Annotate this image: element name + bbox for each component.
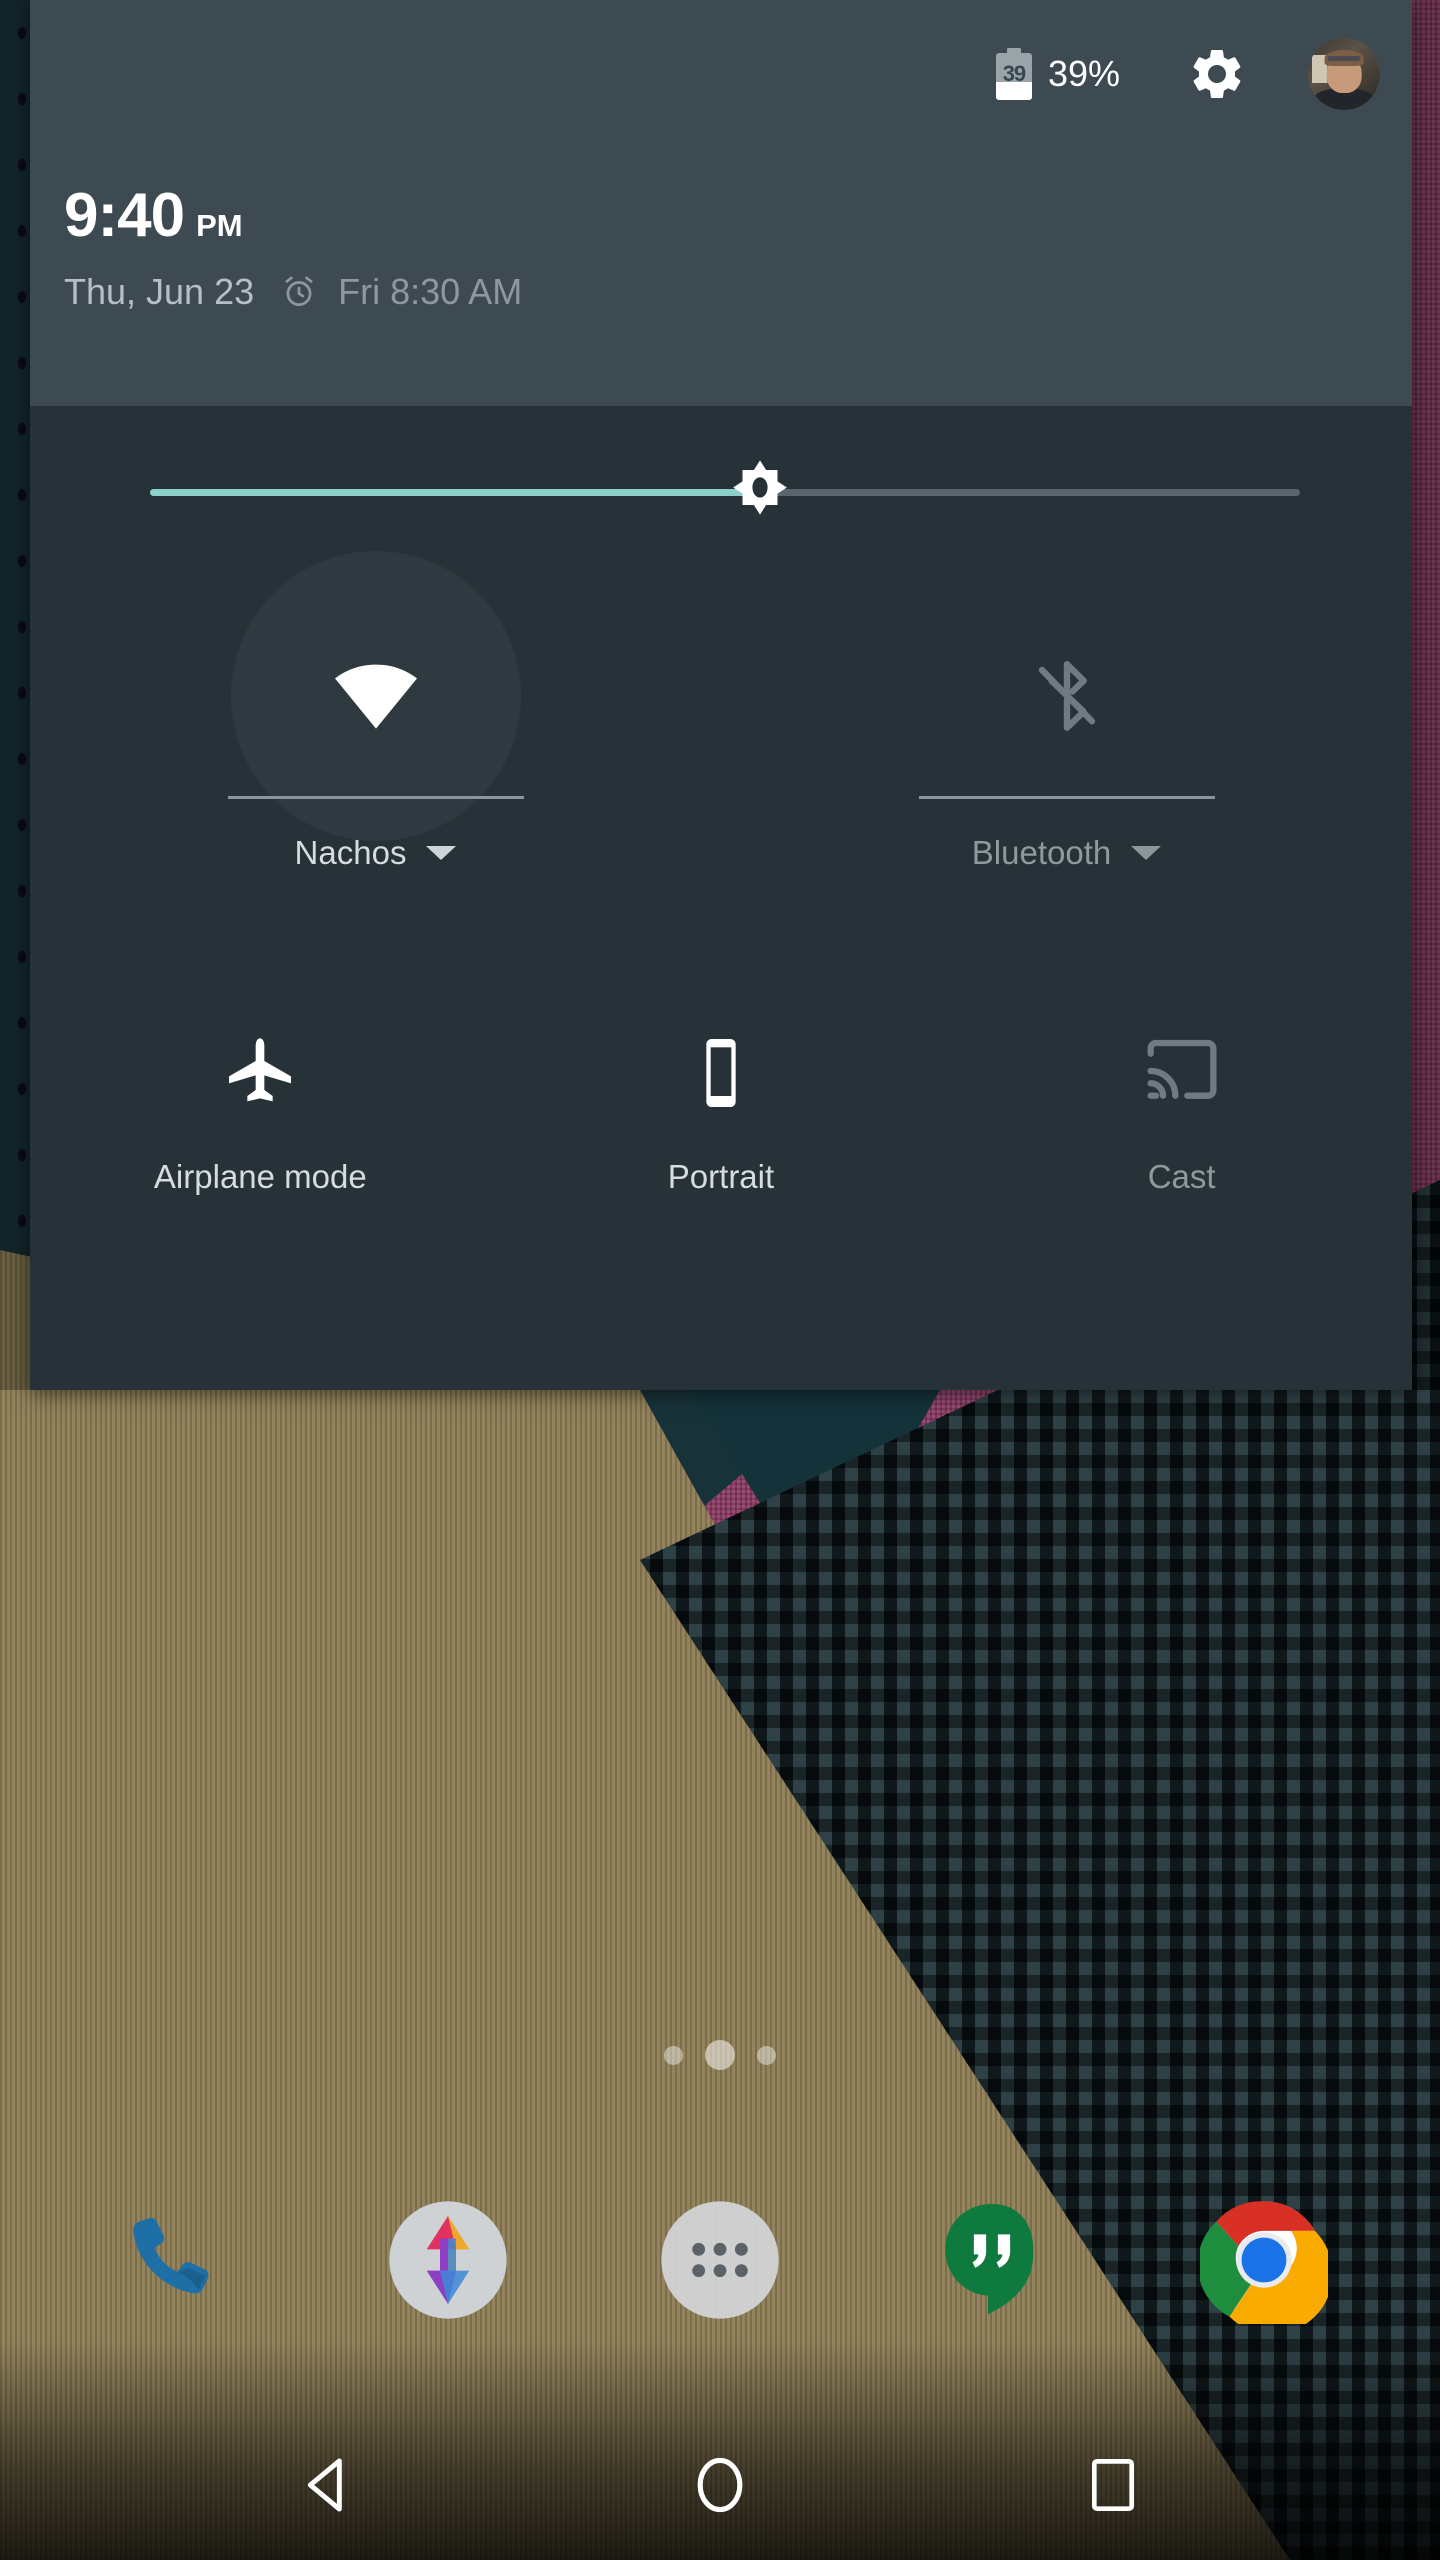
brightness-sun-icon[interactable] bbox=[725, 458, 795, 528]
tile-wifi-label: Nachos bbox=[294, 834, 407, 871]
battery-percent-label: 39% bbox=[1047, 53, 1120, 94]
tile-airplane-mode[interactable]: Airplane mode bbox=[30, 1000, 491, 1280]
avatar-glasses bbox=[1327, 56, 1361, 62]
brightness-slider[interactable] bbox=[150, 458, 1300, 528]
tile-wifi[interactable]: Nachos bbox=[30, 551, 721, 936]
navigation-bar bbox=[0, 2410, 1440, 2560]
tile-wifi-divider bbox=[227, 796, 524, 799]
tile-rotation-label: Portrait bbox=[667, 1158, 775, 1195]
nav-home-button[interactable] bbox=[665, 2430, 775, 2540]
user-avatar[interactable] bbox=[1308, 38, 1380, 110]
chrome-icon bbox=[1197, 2201, 1333, 2335]
home-circle-icon bbox=[697, 2457, 743, 2513]
tiles-row-dual: Nachos Bluetooth bbox=[30, 551, 1412, 936]
tile-bluetooth-label: Bluetooth bbox=[971, 834, 1112, 871]
phone-icon bbox=[133, 2217, 209, 2294]
slider-fill bbox=[150, 489, 760, 496]
clock-ampm: PM bbox=[196, 208, 243, 243]
cast-icon bbox=[1147, 1039, 1217, 1099]
chevron-down-icon[interactable] bbox=[1131, 846, 1162, 860]
brightness-row bbox=[30, 406, 1412, 596]
settings-button[interactable] bbox=[1186, 43, 1248, 105]
tile-bluetooth-icon-area bbox=[721, 596, 1412, 796]
dock-item-hangouts[interactable] bbox=[928, 2196, 1056, 2324]
phone-portrait-icon bbox=[706, 1039, 736, 1107]
dock-item-photos[interactable] bbox=[384, 2196, 512, 2324]
tile-wifi-label-row[interactable]: Nachos bbox=[30, 834, 721, 872]
tile-cast-icon-area bbox=[1142, 1018, 1222, 1128]
clock-line: 9:40 PM bbox=[64, 185, 522, 247]
tile-wifi-icon-area bbox=[30, 551, 721, 841]
back-triangle-icon bbox=[307, 2458, 342, 2512]
chevron-down-icon[interactable] bbox=[426, 846, 457, 860]
status-row: 39 39% bbox=[995, 38, 1380, 110]
recents-square-icon bbox=[1092, 2459, 1135, 2511]
bluetooth-off-icon bbox=[1038, 661, 1095, 731]
tile-bluetooth-divider bbox=[918, 796, 1215, 799]
battery-icon: 39 bbox=[995, 48, 1032, 100]
airplane-icon bbox=[229, 1038, 292, 1102]
alarm-text: Fri 8:30 AM bbox=[338, 271, 523, 312]
tile-rotation-icon-area bbox=[681, 1018, 761, 1128]
tile-cast[interactable]: Cast bbox=[951, 1000, 1412, 1280]
quick-settings-panel: 39 39% 9:40 PM Thu, Jun 23 Fri 8:30 AM N… bbox=[30, 0, 1412, 1390]
page-dot[interactable] bbox=[757, 2045, 776, 2065]
battery-level-text: 39 bbox=[1002, 60, 1026, 86]
dock-item-chrome[interactable] bbox=[1197, 2196, 1333, 2335]
gear-icon bbox=[1193, 49, 1241, 99]
tile-airplane-label: Airplane mode bbox=[153, 1158, 367, 1195]
clock-time: 9:40 bbox=[64, 181, 185, 250]
wifi-icon bbox=[334, 664, 417, 729]
battery-body: 39 bbox=[995, 53, 1032, 100]
nav-recents-button[interactable] bbox=[1058, 2430, 1168, 2540]
tiles-row-triple: Airplane mode Portrait Cast bbox=[30, 1000, 1412, 1280]
page-dot-active[interactable] bbox=[705, 2040, 735, 2070]
date-text: Thu, Jun 23 bbox=[64, 271, 255, 312]
tile-airplane-icon-area bbox=[220, 1018, 300, 1128]
nav-back-button[interactable] bbox=[272, 2430, 382, 2540]
dock-item-phone[interactable] bbox=[112, 2196, 240, 2324]
tile-rotation[interactable]: Portrait bbox=[491, 1000, 952, 1280]
tile-bluetooth[interactable]: Bluetooth bbox=[721, 596, 1412, 936]
hangouts-icon bbox=[945, 2204, 1034, 2315]
alarm-clock-icon bbox=[280, 273, 318, 311]
tile-bluetooth-label-row[interactable]: Bluetooth bbox=[721, 834, 1412, 872]
app-drawer-icon bbox=[661, 2201, 779, 2319]
page-dot[interactable] bbox=[664, 2045, 683, 2065]
battery-status[interactable]: 39 39% bbox=[995, 48, 1120, 100]
dock bbox=[0, 2155, 1440, 2365]
dock-item-app-drawer[interactable] bbox=[656, 2196, 784, 2324]
date-line: Thu, Jun 23 Fri 8:30 AM bbox=[64, 271, 522, 313]
tile-cast-label: Cast bbox=[1147, 1158, 1216, 1195]
page-indicator bbox=[0, 2040, 1440, 2070]
quick-settings-header: 39 39% 9:40 PM Thu, Jun 23 Fri 8:30 AM bbox=[30, 0, 1412, 406]
clock-block[interactable]: 9:40 PM Thu, Jun 23 Fri 8:30 AM bbox=[64, 185, 522, 313]
photos-icon bbox=[389, 2201, 507, 2319]
